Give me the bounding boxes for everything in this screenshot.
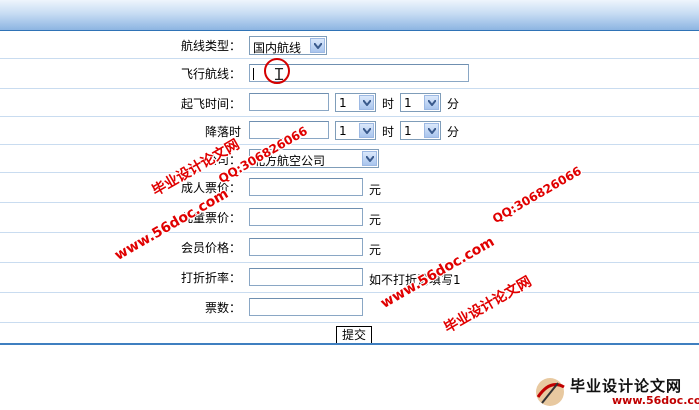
member-price-label: 会员价格：: [180, 241, 241, 255]
tickets-label: 票数：: [204, 301, 241, 315]
depart-hour-value: 1: [339, 96, 347, 110]
discount-label: 打折折率：: [180, 271, 241, 285]
depart-minute-value: 1: [404, 96, 412, 110]
arrive-minute-select[interactable]: 1: [400, 121, 441, 140]
member-price-input[interactable]: [249, 238, 363, 256]
header-bar: [0, 0, 699, 31]
row-child-price: 儿童票价： 元: [0, 203, 699, 233]
chevron-down-icon: [424, 95, 439, 110]
row-arrive: 降落时 1 时 1 分: [0, 117, 699, 145]
child-price-input[interactable]: [249, 208, 363, 226]
route-label: 飞行航线：: [180, 67, 241, 81]
arrive-hour-select[interactable]: 1: [335, 121, 376, 140]
depart-minute-select[interactable]: 1: [400, 93, 441, 112]
row-airline: 公司： 北方航空公司: [0, 145, 699, 173]
row-depart: 起飞时间： 1 时 1 分: [0, 89, 699, 117]
chevron-down-icon: [362, 151, 377, 166]
row-adult-price: 成人票价： 元: [0, 173, 699, 203]
row-member-price: 会员价格： 元: [0, 233, 699, 263]
row-route-type: 航线类型： 国内航线: [0, 31, 699, 59]
adult-price-unit: 元: [369, 183, 382, 197]
arrive-minute-unit: 分: [447, 125, 460, 139]
logo-emblem-icon: [536, 378, 565, 406]
site-logo: 毕业设计论文网 www.56doc.com: [530, 373, 699, 410]
row-discount: 打折折率： 如不打折请填写1: [0, 263, 699, 293]
bottom-divider: [0, 343, 699, 345]
discount-input[interactable]: [249, 268, 363, 286]
route-type-value: 国内航线: [253, 41, 302, 55]
depart-label: 起飞时间：: [180, 97, 241, 111]
text-caret: [253, 68, 254, 80]
ibeam-cursor-icon: Ｉ: [271, 65, 288, 84]
route-type-label: 航线类型：: [180, 39, 241, 53]
arrive-label: 降落时: [204, 125, 241, 139]
tickets-input[interactable]: [249, 298, 363, 316]
chevron-down-icon: [359, 123, 374, 138]
child-price-unit: 元: [369, 213, 382, 227]
chevron-down-icon: [359, 95, 374, 110]
adult-price-input[interactable]: [249, 178, 363, 196]
chevron-down-icon: [310, 38, 325, 53]
depart-hour-select[interactable]: 1: [335, 93, 376, 112]
depart-hour-unit: 时: [382, 97, 395, 111]
flight-form: 航线类型： 国内航线 飞行航线： 起飞时间： 1 时 1 分 降落时 1 时 1…: [0, 31, 699, 347]
arrive-hour-unit: 时: [382, 125, 395, 139]
route-type-select[interactable]: 国内航线: [249, 36, 327, 55]
logo-url: www.56doc.com: [612, 394, 699, 407]
logo-title: 毕业设计论文网: [570, 377, 683, 395]
row-route: 飞行航线：: [0, 59, 699, 89]
chevron-down-icon: [424, 123, 439, 138]
depart-date-input[interactable]: [249, 93, 329, 111]
member-price-unit: 元: [369, 243, 382, 257]
arrive-minute-value: 1: [404, 124, 412, 138]
arrive-hour-value: 1: [339, 124, 347, 138]
depart-minute-unit: 分: [447, 97, 460, 111]
row-tickets: 票数：: [0, 293, 699, 323]
